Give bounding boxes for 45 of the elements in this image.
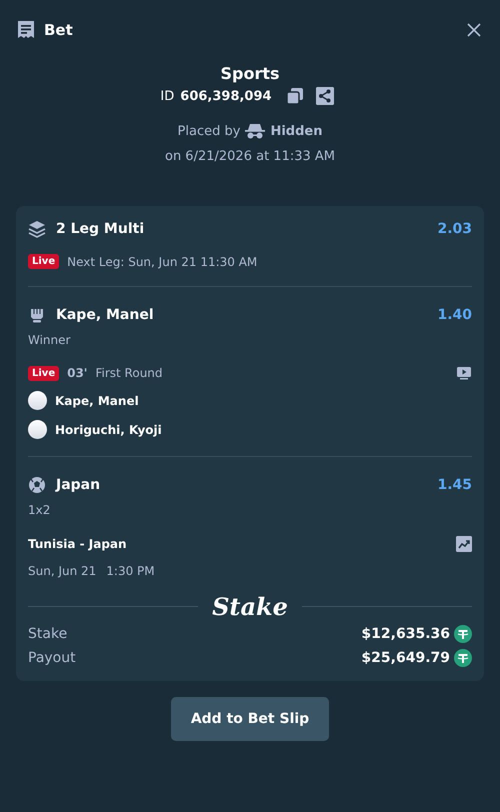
event-date: Sun, Jun 21 xyxy=(28,564,96,578)
event-time: 1:30 PM xyxy=(106,564,155,578)
bet-category: Sports xyxy=(220,64,280,83)
selection-odds: 1.40 xyxy=(437,307,472,323)
incognito-icon xyxy=(245,123,266,139)
selection-name: Kape, Manel xyxy=(56,307,154,323)
bet-type: 2 Leg Multi xyxy=(56,221,144,237)
competitor-avatar xyxy=(28,420,47,439)
copy-icon[interactable] xyxy=(286,87,304,105)
fist-icon xyxy=(28,306,46,324)
total-amount: $25,649.79 xyxy=(361,650,450,666)
window-title: Bet xyxy=(44,21,73,39)
total-label: Stake xyxy=(28,626,68,642)
total-odds: 2.03 xyxy=(437,221,472,237)
total-label: Payout xyxy=(28,650,76,666)
market-name: Winner xyxy=(28,333,72,347)
layers-icon xyxy=(28,220,46,238)
bet-id-label: ID xyxy=(160,88,174,104)
competitor-name: Kape, Manel xyxy=(55,394,139,408)
tether-coin-icon xyxy=(454,625,472,643)
selection-odds: 1.45 xyxy=(437,477,472,493)
match-clock: 03' xyxy=(67,366,88,380)
next-leg-time: Next Leg: Sun, Jun 21 11:30 AM xyxy=(67,254,258,268)
placed-by-label: Placed by xyxy=(178,124,240,138)
live-badge: Live xyxy=(28,366,60,380)
match-period: First Round xyxy=(95,366,163,380)
market-name: 1x2 xyxy=(28,503,52,517)
competitor-name: Horiguchi, Kyoji xyxy=(55,422,162,436)
tv-icon[interactable] xyxy=(456,365,472,381)
total-amount: $12,635.36 xyxy=(361,626,450,642)
receipt-icon xyxy=(16,20,36,40)
brand-logo: Stake xyxy=(212,592,288,621)
add-to-bet-slip-button[interactable]: Add to Bet Slip xyxy=(170,697,330,741)
bet-id: 606,398,094 xyxy=(180,88,272,104)
soccer-ball-icon xyxy=(28,476,46,494)
user-name: Hidden xyxy=(270,124,322,138)
placed-date: on 6/21/2026 at 11:33 AM xyxy=(164,149,335,164)
close-icon[interactable] xyxy=(466,22,482,38)
tether-coin-icon xyxy=(454,649,472,667)
live-badge: Live xyxy=(28,254,60,269)
share-icon[interactable] xyxy=(316,87,334,105)
event-name: Tunisia - Japan xyxy=(28,537,127,551)
stats-icon[interactable] xyxy=(456,536,472,552)
competitor-avatar xyxy=(28,391,47,410)
selection-name: Japan xyxy=(56,477,100,493)
